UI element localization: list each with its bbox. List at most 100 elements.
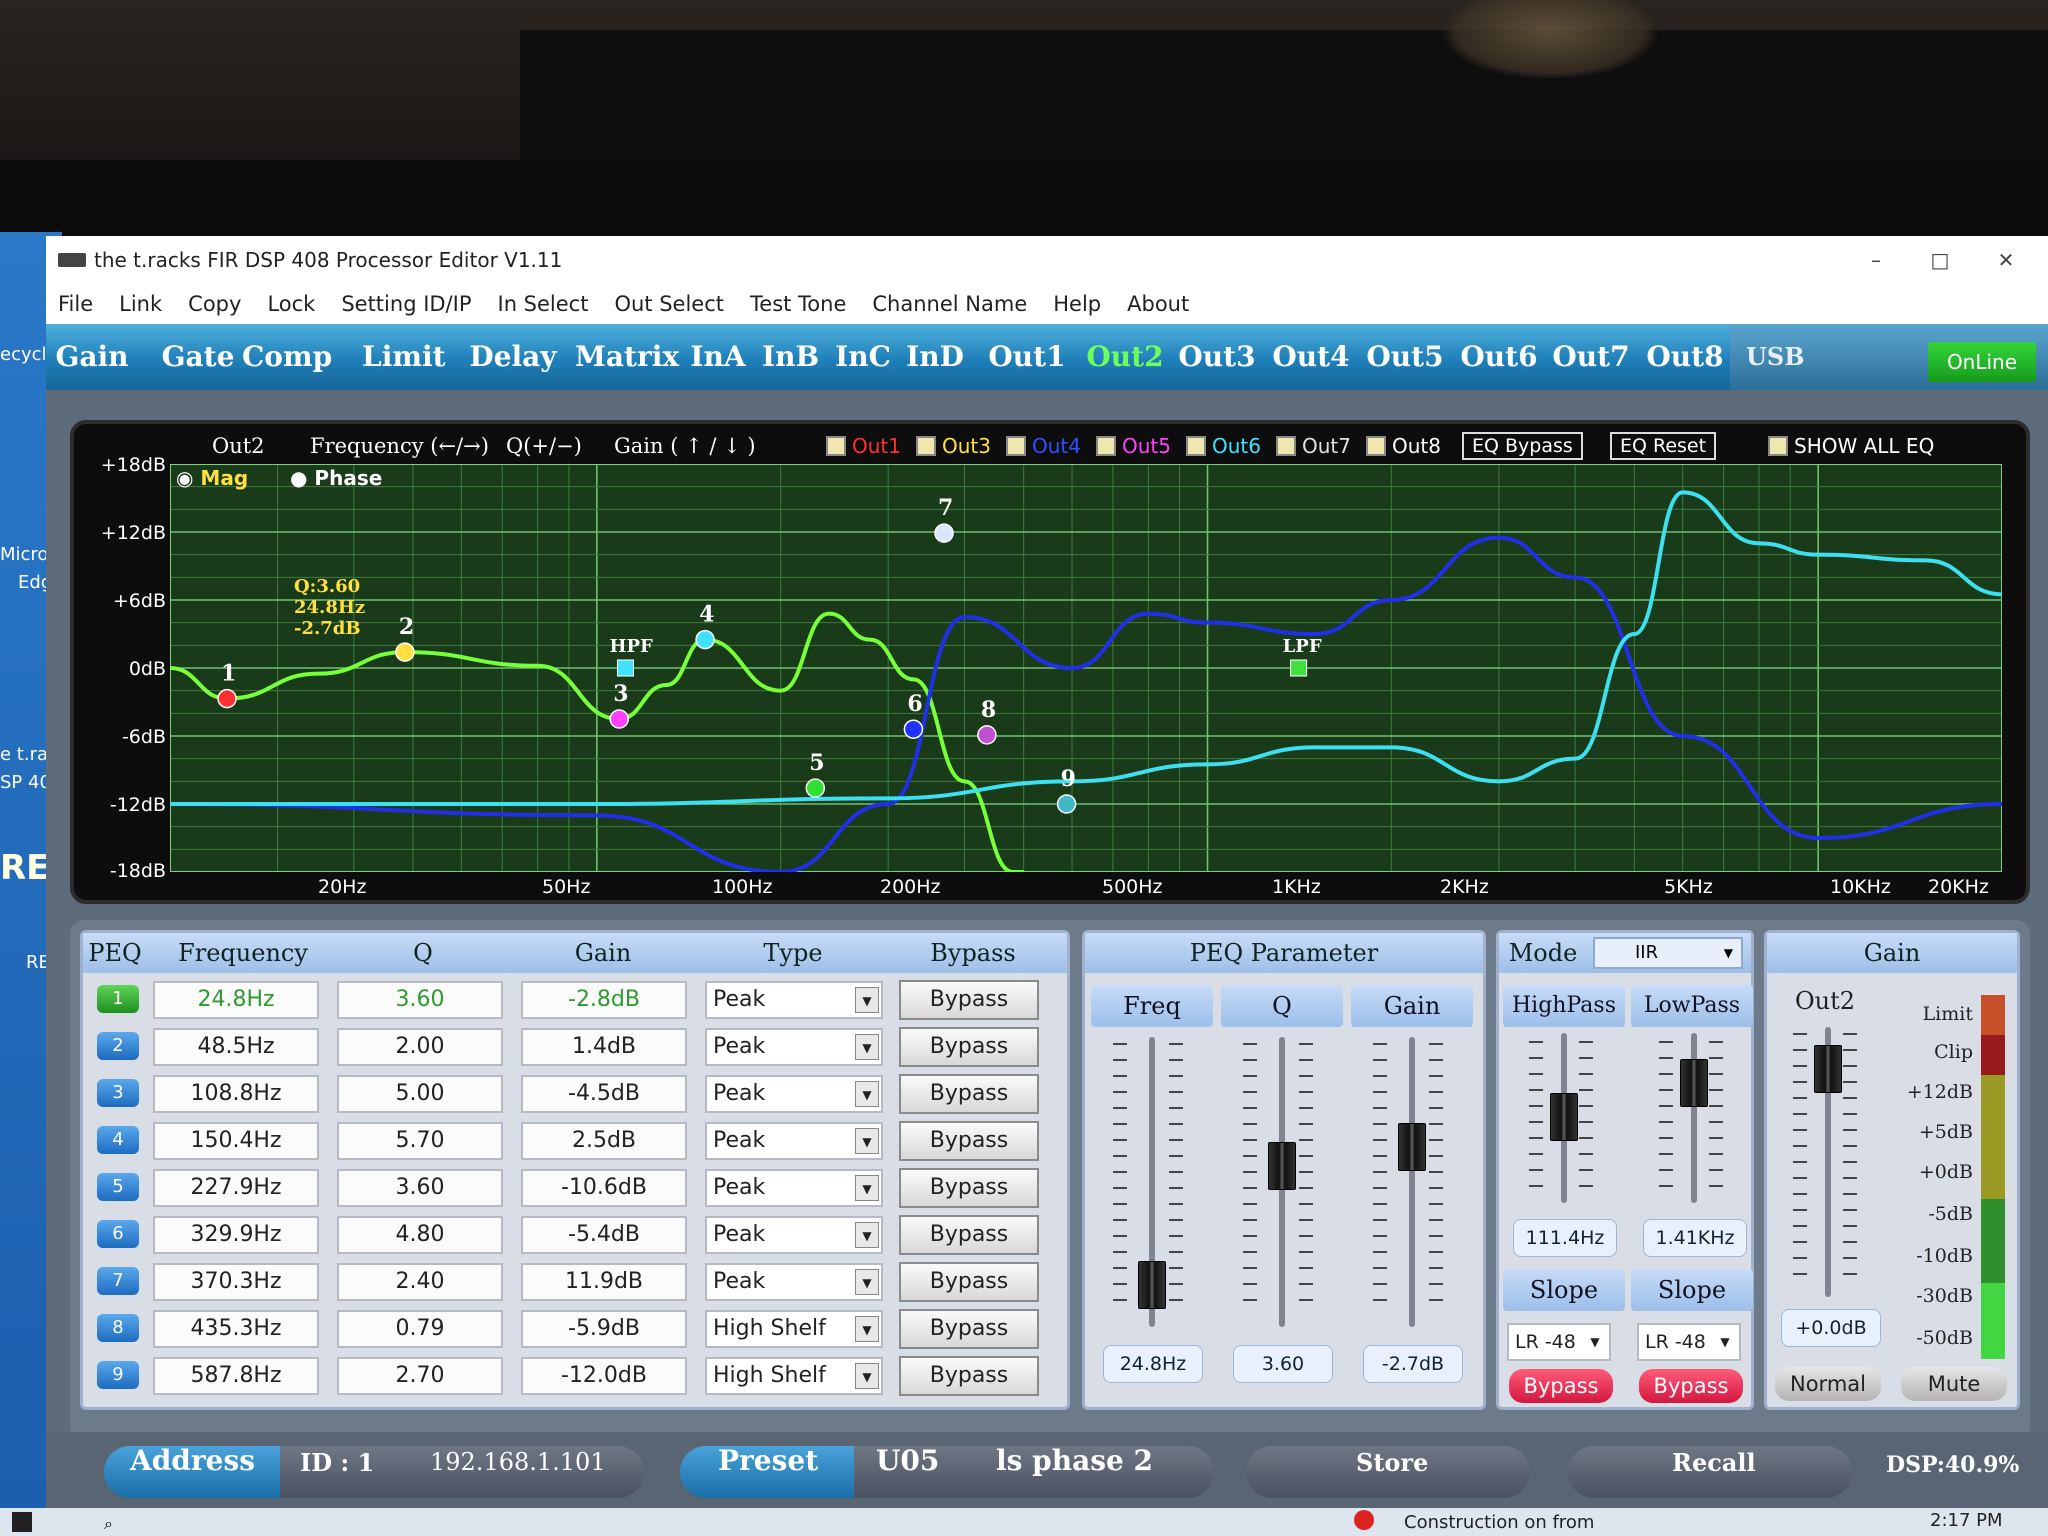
chevron-down-icon[interactable]: ▼ [1724, 939, 1733, 967]
peq-frequency-field[interactable]: 587.8Hz [153, 1357, 319, 1395]
gain-fader-value[interactable]: +0.0dB [1781, 1309, 1881, 1347]
eq-bypass-button[interactable]: EQ Bypass [1462, 432, 1583, 460]
menu-link[interactable]: Link [119, 292, 162, 316]
freq-slider-knob[interactable] [1138, 1261, 1166, 1310]
peq-bypass-button[interactable]: Bypass [899, 1262, 1039, 1302]
peq-row-number[interactable]: 2 [97, 1032, 139, 1060]
close-icon[interactable]: ✕ [1986, 244, 2026, 276]
tab-matrix[interactable]: Matrix [574, 334, 680, 380]
tab-limit[interactable]: Limit [362, 334, 446, 380]
hp-bypass-button[interactable]: Bypass [1509, 1369, 1613, 1403]
tab-out7[interactable]: Out7 [1548, 334, 1634, 380]
menu-setting-id-ip[interactable]: Setting ID/IP [341, 292, 471, 316]
tab-comp[interactable]: Comp [242, 334, 332, 380]
menu-copy[interactable]: Copy [188, 292, 241, 316]
peq-gain-field[interactable]: 11.9dB [521, 1263, 687, 1301]
peq-gain-field[interactable]: 2.5dB [521, 1122, 687, 1160]
chevron-down-icon[interactable]: ▼ [1583, 1329, 1607, 1355]
usb-label[interactable]: USB [1746, 342, 1805, 371]
peq-q-field[interactable]: 5.00 [337, 1075, 503, 1113]
peq-bypass-button[interactable]: Bypass [899, 1215, 1039, 1255]
chevron-down-icon[interactable]: ▼ [855, 1034, 879, 1060]
tab-out3[interactable]: Out3 [1174, 334, 1260, 380]
tab-out6[interactable]: Out6 [1456, 334, 1542, 380]
peq-bypass-button[interactable]: Bypass [899, 1027, 1039, 1067]
peq-row-number[interactable]: 9 [97, 1361, 139, 1389]
peq-gain-field[interactable]: 1.4dB [521, 1028, 687, 1066]
peq-frequency-field[interactable]: 150.4Hz [153, 1122, 319, 1160]
tab-gain[interactable]: Gain [54, 334, 130, 380]
lp-slope-select[interactable]: LR -48 ▼ [1637, 1323, 1741, 1361]
peq-gain-field[interactable]: -5.4dB [521, 1216, 687, 1254]
gain-value[interactable]: -2.7dB [1363, 1345, 1463, 1383]
peq-bypass-button[interactable]: Bypass [899, 1309, 1039, 1349]
mode-select[interactable]: IIR ▼ [1593, 937, 1743, 969]
lp-bypass-button[interactable]: Bypass [1639, 1369, 1743, 1403]
peq-bypass-button[interactable]: Bypass [899, 1356, 1039, 1396]
menu-channel-name[interactable]: Channel Name [872, 292, 1027, 316]
show-all-eq-checkbox[interactable] [1768, 436, 1788, 456]
minimize-icon[interactable]: – [1856, 244, 1896, 276]
out5-checkbox[interactable] [1096, 436, 1116, 456]
tab-out5[interactable]: Out5 [1362, 334, 1448, 380]
q-slider-knob[interactable] [1268, 1142, 1296, 1191]
chevron-down-icon[interactable]: ▼ [1713, 1329, 1737, 1355]
peq-frequency-field[interactable]: 48.5Hz [153, 1028, 319, 1066]
tab-out8[interactable]: Out8 [1642, 334, 1728, 380]
peq-frequency-field[interactable]: 329.9Hz [153, 1216, 319, 1254]
chevron-down-icon[interactable]: ▼ [855, 1175, 879, 1201]
eq-response-chart[interactable]: 1 2 3 4 5 6 7 8 9 HPF LPF [170, 464, 2002, 872]
peq-type-select[interactable]: Peak ▼ [705, 1216, 883, 1254]
normal-button[interactable]: Normal [1775, 1367, 1881, 1401]
tab-out2[interactable]: Out2 [1082, 334, 1168, 380]
tab-inc[interactable]: InC [834, 334, 892, 380]
peq-q-field[interactable]: 4.80 [337, 1216, 503, 1254]
tab-delay[interactable]: Delay [466, 334, 560, 380]
menu-lock[interactable]: Lock [267, 292, 315, 316]
start-icon[interactable] [12, 1512, 32, 1532]
tab-out4[interactable]: Out4 [1268, 334, 1354, 380]
menu-out-select[interactable]: Out Select [614, 292, 724, 316]
peq-q-field[interactable]: 0.79 [337, 1310, 503, 1348]
menu-about[interactable]: About [1127, 292, 1189, 316]
peq-type-select[interactable]: Peak ▼ [705, 981, 883, 1019]
peq-row-number[interactable]: 6 [97, 1220, 139, 1248]
menu-help[interactable]: Help [1053, 292, 1101, 316]
out7-checkbox[interactable] [1276, 436, 1296, 456]
gain-fader-knob[interactable] [1814, 1045, 1842, 1093]
device-ip[interactable]: 192.168.1.101 [430, 1448, 606, 1476]
peq-bypass-button[interactable]: Bypass [899, 1121, 1039, 1161]
peq-frequency-field[interactable]: 24.8Hz [153, 981, 319, 1019]
peq-q-field[interactable]: 3.60 [337, 1169, 503, 1207]
maximize-icon[interactable]: □ [1920, 244, 1960, 276]
phase-radio-icon[interactable]: ● [290, 466, 314, 490]
menu-test-tone[interactable]: Test Tone [750, 292, 846, 316]
peq-q-field[interactable]: 5.70 [337, 1122, 503, 1160]
chevron-down-icon[interactable]: ▼ [855, 1081, 879, 1107]
peq-type-select[interactable]: Peak ▼ [705, 1263, 883, 1301]
mag-radio-label[interactable]: ◉ Mag [176, 466, 248, 490]
peq-q-field[interactable]: 3.60 [337, 981, 503, 1019]
menu-in-select[interactable]: In Select [498, 292, 589, 316]
peq-q-field[interactable]: 2.40 [337, 1263, 503, 1301]
peq-gain-field[interactable]: -4.5dB [521, 1075, 687, 1113]
peq-frequency-field[interactable]: 435.3Hz [153, 1310, 319, 1348]
mag-radio-icon[interactable]: ◉ [176, 466, 200, 490]
peq-bypass-button[interactable]: Bypass [899, 1074, 1039, 1114]
mute-button[interactable]: Mute [1901, 1367, 2007, 1401]
online-button[interactable]: OnLine [1928, 342, 2036, 382]
peq-row-number[interactable]: 3 [97, 1079, 139, 1107]
out3-checkbox[interactable] [916, 436, 936, 456]
tab-ina[interactable]: InA [690, 334, 746, 380]
eq-reset-button[interactable]: EQ Reset [1610, 432, 1717, 460]
phase-radio-label[interactable]: ● Phase [290, 466, 382, 490]
peq-type-select[interactable]: Peak ▼ [705, 1169, 883, 1207]
menu-file[interactable]: File [58, 292, 93, 316]
chevron-down-icon[interactable]: ▼ [855, 1363, 879, 1389]
eq-plot-area[interactable]: 1 2 3 4 5 6 7 8 9 HPF LPF ◉ Mag ● Phase Q:3.60 24.… [170, 464, 2002, 872]
peq-frequency-field[interactable]: 370.3Hz [153, 1263, 319, 1301]
peq-frequency-field[interactable]: 227.9Hz [153, 1169, 319, 1207]
hp-slope-select[interactable]: LR -48 ▼ [1507, 1323, 1611, 1361]
peq-type-select[interactable]: Peak ▼ [705, 1122, 883, 1160]
peq-gain-field[interactable]: -10.6dB [521, 1169, 687, 1207]
